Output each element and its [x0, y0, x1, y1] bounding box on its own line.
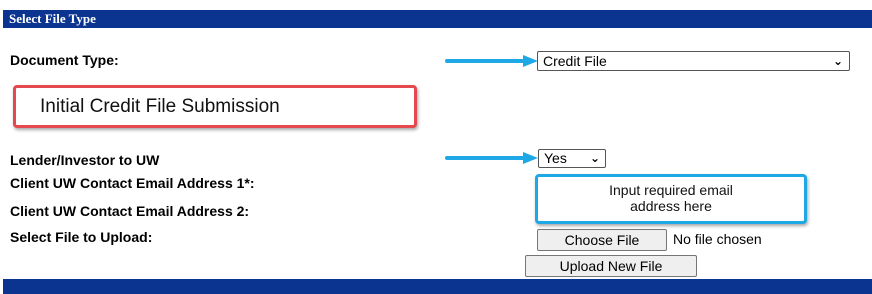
lender-investor-select[interactable]: Yes ⌄ [538, 149, 606, 168]
document-type-select[interactable]: Credit File ⌄ [537, 51, 850, 71]
top-strip [0, 0, 872, 10]
arrow-right-icon [445, 55, 538, 67]
document-type-value: Credit File [543, 53, 607, 69]
upload-new-file-button-label: Upload New File [559, 258, 663, 274]
lender-investor-label: Lender/Investor to UW [10, 152, 160, 168]
email-callout-line2: address here [630, 198, 712, 214]
choose-file-button-label: Choose File [564, 232, 640, 248]
no-file-chosen-text: No file chosen [673, 231, 762, 247]
section-header: Select File Type [3, 10, 872, 28]
section-title: Select File Type [9, 11, 96, 26]
choose-file-button[interactable]: Choose File [537, 229, 667, 251]
chevron-down-icon: ⌄ [589, 151, 600, 165]
lender-investor-value: Yes [544, 150, 567, 166]
chevron-down-icon: ⌄ [832, 54, 843, 68]
file-upload-label: Select File to Upload: [10, 229, 153, 245]
document-type-label: Document Type: [10, 52, 119, 68]
email2-label: Client UW Contact Email Address 2: [10, 203, 250, 219]
email1-label: Client UW Contact Email Address 1*: [10, 175, 255, 191]
initial-submission-callout: Initial Credit File Submission [13, 85, 417, 128]
upload-new-file-button[interactable]: Upload New File [525, 255, 697, 277]
email-callout-line1: Input required email [609, 182, 733, 198]
arrow-right-icon [445, 152, 538, 164]
email-callout: Input required email address here [535, 174, 807, 224]
footer-bar [3, 279, 872, 294]
initial-submission-callout-text: Initial Credit File Submission [40, 96, 280, 117]
